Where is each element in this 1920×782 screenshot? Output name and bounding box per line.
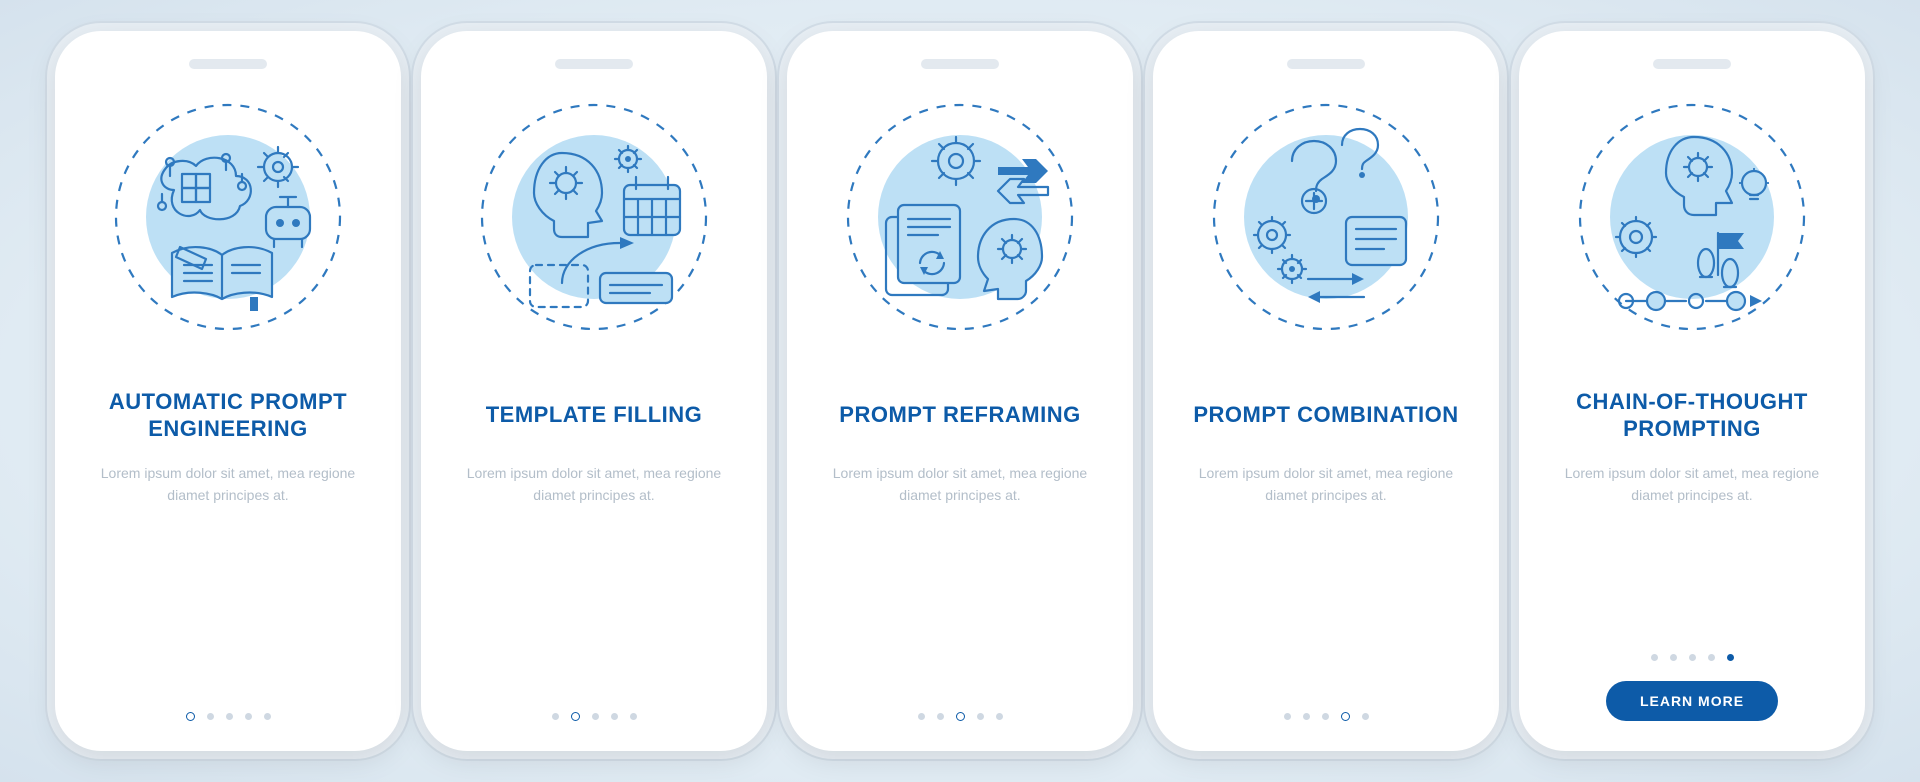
pagination-dot[interactable] — [956, 712, 965, 721]
screen-title: TEMPLATE FILLING — [480, 385, 709, 445]
pagination-dot[interactable] — [571, 712, 580, 721]
pagination-dots — [552, 712, 637, 721]
pagination-dot[interactable] — [1362, 713, 1369, 720]
screen-title: PROMPT COMBINATION — [1187, 385, 1464, 445]
learn-more-button[interactable]: LEARN MORE — [1606, 681, 1778, 721]
template-filling-icon — [464, 97, 724, 357]
pagination-dot[interactable] — [1322, 713, 1329, 720]
pagination-dots — [1284, 712, 1369, 721]
pagination-dot[interactable] — [937, 713, 944, 720]
pagination-dot[interactable] — [207, 713, 214, 720]
pagination-dot[interactable] — [1670, 654, 1677, 661]
phone-mockup: PROMPT REFRAMING Lorem ipsum dolor sit a… — [787, 31, 1133, 751]
pagination-dots — [918, 712, 1003, 721]
screen-description: Lorem ipsum dolor sit amet, mea regione … — [1545, 463, 1839, 506]
phone-notch — [189, 59, 267, 69]
screen-description: Lorem ipsum dolor sit amet, mea regione … — [447, 463, 741, 506]
pagination-dot[interactable] — [611, 713, 618, 720]
pagination-dot[interactable] — [630, 713, 637, 720]
prompt-combination-icon — [1196, 97, 1456, 357]
pagination-dot[interactable] — [186, 712, 195, 721]
phone-notch — [555, 59, 633, 69]
phone-mockup: TEMPLATE FILLING Lorem ipsum dolor sit a… — [421, 31, 767, 751]
phone-notch — [1287, 59, 1365, 69]
screen-description: Lorem ipsum dolor sit amet, mea regione … — [1179, 463, 1473, 506]
pagination-dot[interactable] — [245, 713, 252, 720]
pagination-dot[interactable] — [977, 713, 984, 720]
pagination-dot[interactable] — [1303, 713, 1310, 720]
pagination-dot[interactable] — [592, 713, 599, 720]
pagination-dot[interactable] — [552, 713, 559, 720]
phone-mockup: PROMPT COMBINATION Lorem ipsum dolor sit… — [1153, 31, 1499, 751]
pagination-dot[interactable] — [1651, 654, 1658, 661]
pagination-dot[interactable] — [1341, 712, 1350, 721]
screen-description: Lorem ipsum dolor sit amet, mea regione … — [813, 463, 1107, 506]
pagination-dot[interactable] — [226, 713, 233, 720]
pagination-dot[interactable] — [918, 713, 925, 720]
pagination-dot[interactable] — [1708, 654, 1715, 661]
pagination-dot[interactable] — [1727, 654, 1734, 661]
pagination-dot[interactable] — [996, 713, 1003, 720]
phone-mockup: CHAIN-OF-THOUGHT PROMPTING Lorem ipsum d… — [1519, 31, 1865, 751]
prompt-reframing-icon — [830, 97, 1090, 357]
screen-description: Lorem ipsum dolor sit amet, mea regione … — [81, 463, 375, 506]
screen-title: PROMPT REFRAMING — [833, 385, 1086, 445]
phone-mockup: AUTOMATIC PROMPT ENGINEERING Lorem ipsum… — [55, 31, 401, 751]
screen-title: CHAIN-OF-THOUGHT PROMPTING — [1545, 385, 1839, 445]
pagination-dots — [186, 712, 271, 721]
onboarding-row: AUTOMATIC PROMPT ENGINEERING Lorem ipsum… — [55, 31, 1865, 751]
auto-prompt-engineering-icon — [98, 97, 358, 357]
phone-notch — [921, 59, 999, 69]
pagination-dot[interactable] — [1689, 654, 1696, 661]
pagination-dot[interactable] — [1284, 713, 1291, 720]
pagination-dots — [1651, 654, 1734, 661]
pagination-dot[interactable] — [264, 713, 271, 720]
phone-notch — [1653, 59, 1731, 69]
chain-of-thought-icon — [1562, 97, 1822, 357]
screen-title: AUTOMATIC PROMPT ENGINEERING — [81, 385, 375, 445]
